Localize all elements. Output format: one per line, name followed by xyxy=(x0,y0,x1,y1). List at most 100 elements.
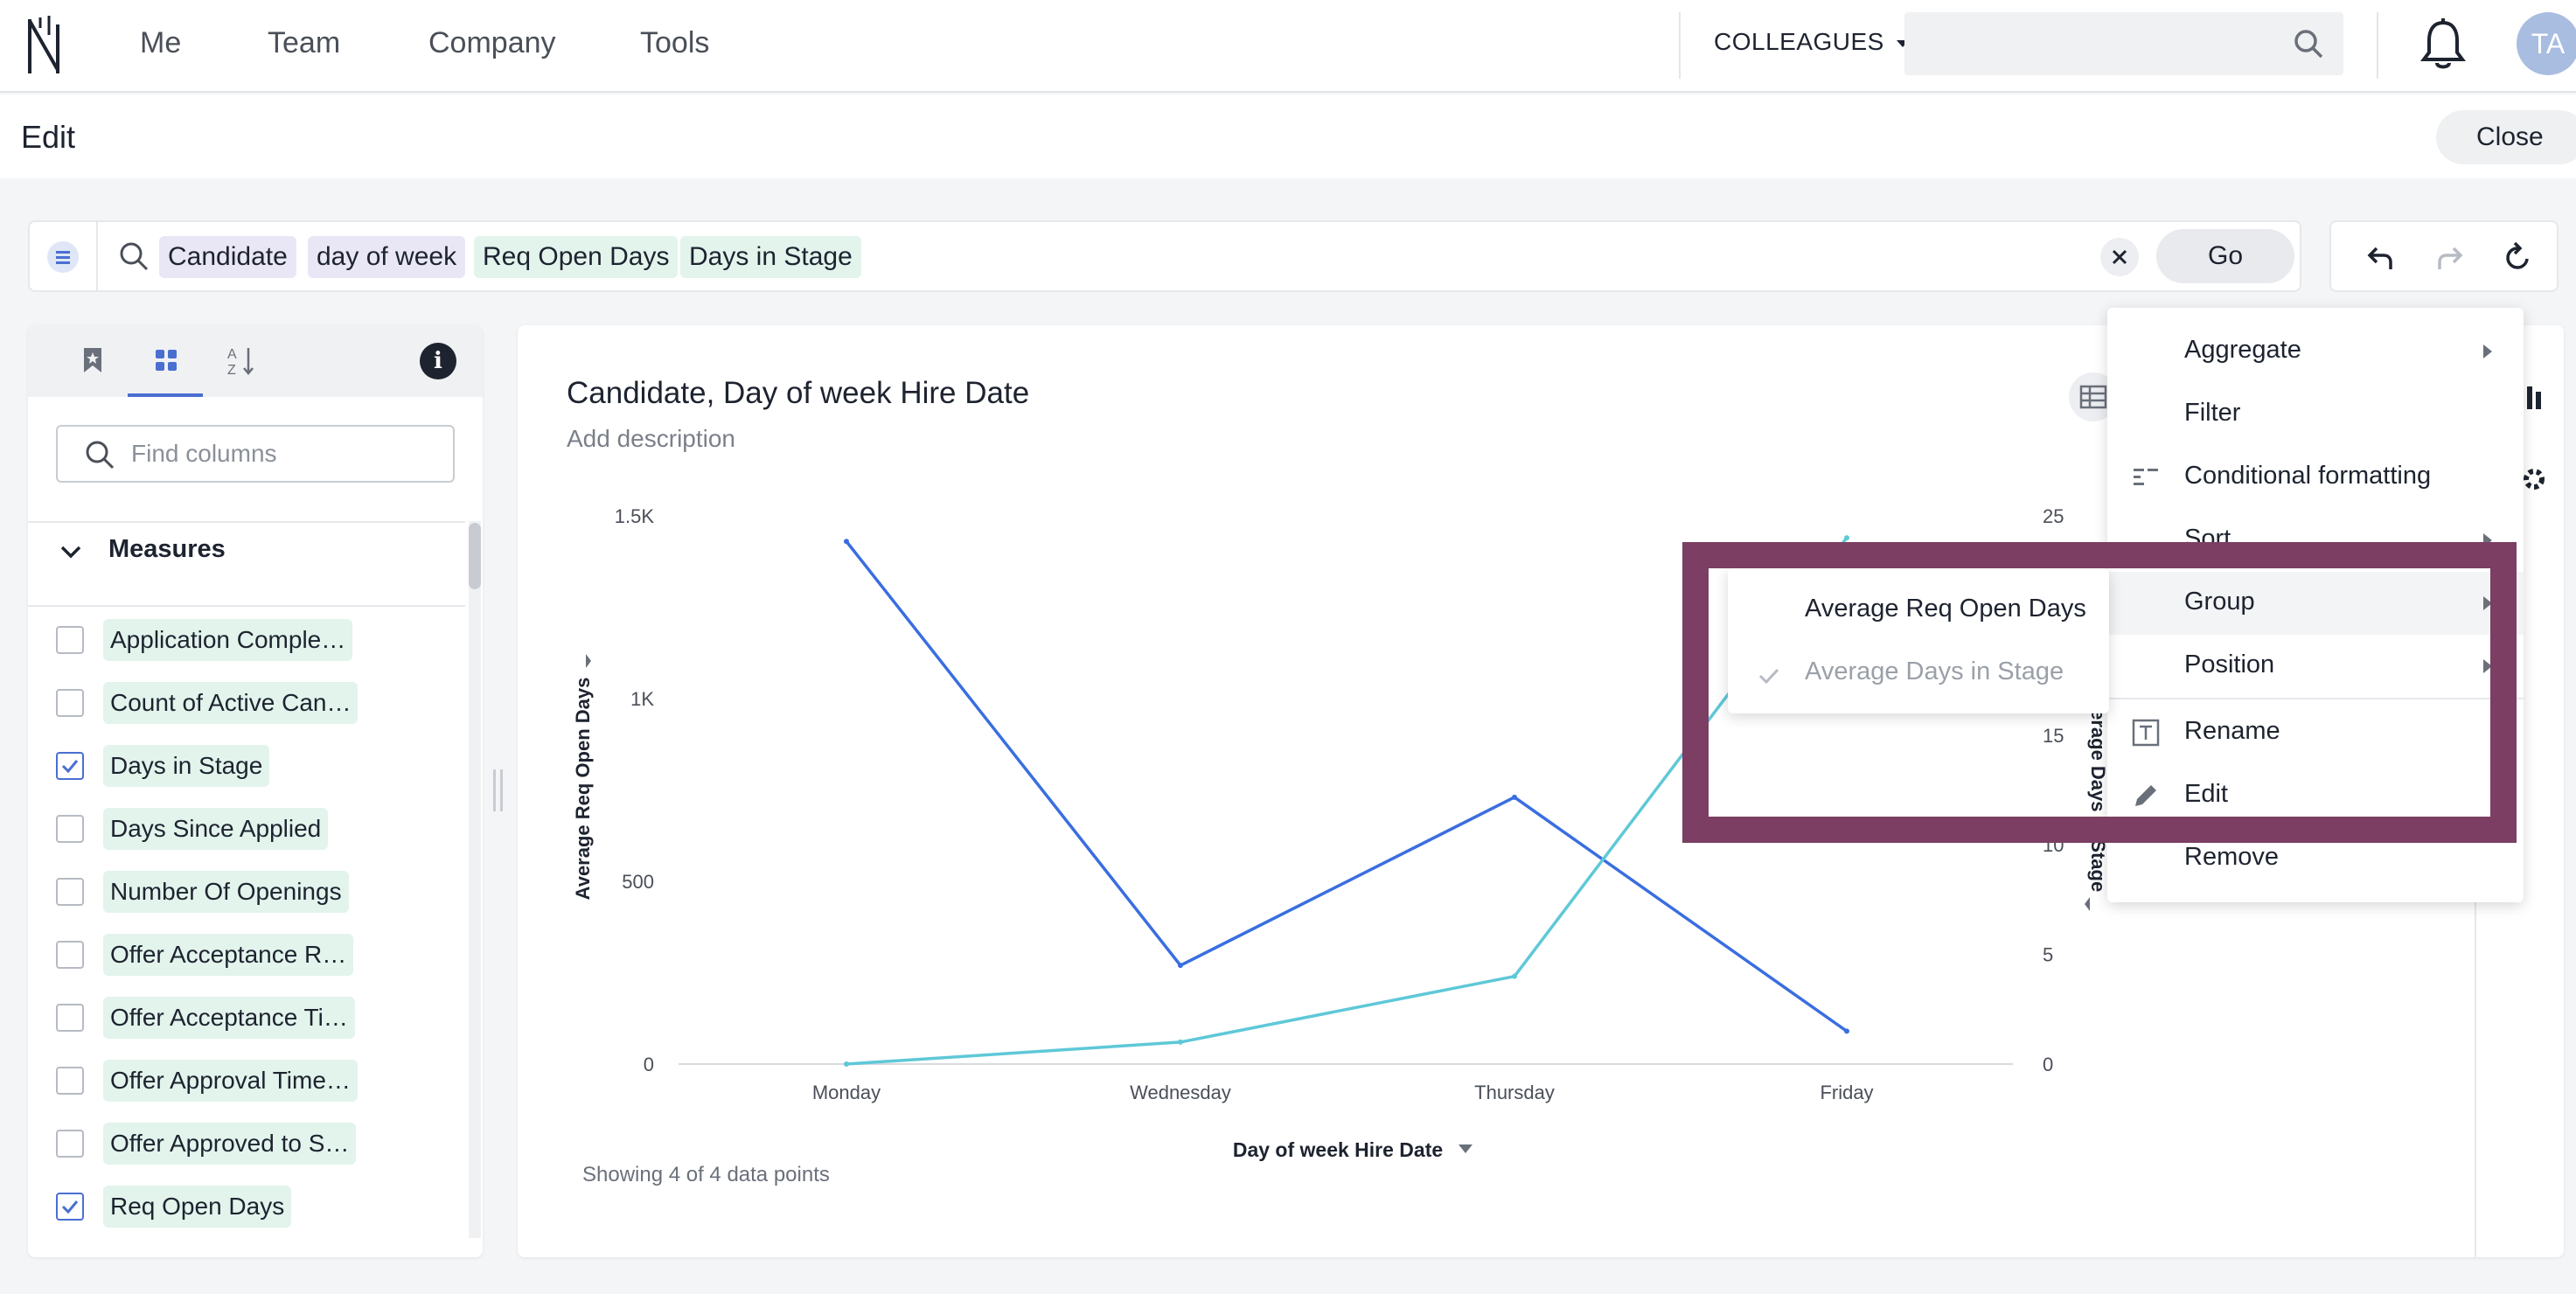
column-row[interactable]: Number Of Openings xyxy=(28,860,465,923)
column-row[interactable]: Req Open Days xyxy=(28,1175,465,1238)
column-checkbox[interactable] xyxy=(56,1004,84,1032)
nav-me[interactable]: Me xyxy=(140,26,181,60)
column-checkbox[interactable] xyxy=(56,1067,84,1095)
go-button[interactable]: Go xyxy=(2156,229,2294,283)
chevron-right-icon xyxy=(2483,344,2492,358)
column-row[interactable]: Application Comple… xyxy=(28,609,465,671)
column-checkbox[interactable] xyxy=(56,752,84,780)
column-row[interactable]: Offer Acceptance Ti… xyxy=(28,986,465,1049)
search-bar[interactable]: Candidate day of week Req Open Days Days… xyxy=(28,220,2301,292)
column-label[interactable]: Application Comple… xyxy=(103,619,353,661)
column-row[interactable]: Offer Acceptance R… xyxy=(28,923,465,986)
column-row[interactable]: Count of Active Can… xyxy=(28,671,465,734)
menu-icon[interactable] xyxy=(47,241,79,273)
column-checkbox[interactable] xyxy=(56,878,84,906)
menu-item-position[interactable]: Position xyxy=(2107,635,2524,698)
column-checkbox[interactable] xyxy=(56,815,84,843)
measures-section-header[interactable]: Measures xyxy=(28,523,465,577)
svg-text:A: A xyxy=(227,347,237,362)
column-checkbox[interactable] xyxy=(56,941,84,969)
active-tab-indicator xyxy=(128,393,203,397)
colleagues-dropdown[interactable]: COLLEAGUES xyxy=(1714,28,1911,56)
nav-company[interactable]: Company xyxy=(428,26,556,60)
nav-team[interactable]: Team xyxy=(268,26,340,60)
nav-divider xyxy=(1679,12,1681,79)
column-label[interactable]: Offer Acceptance R… xyxy=(103,934,354,976)
submenu-item-label: Average Req Open Days xyxy=(1805,595,2086,623)
column-checkbox[interactable] xyxy=(56,689,84,717)
menu-item-label: Remove xyxy=(2184,843,2279,871)
chart-description[interactable]: Add description xyxy=(567,425,735,453)
pencil-icon xyxy=(2135,785,2156,806)
column-checkbox[interactable] xyxy=(56,626,84,654)
data-points-status: Showing 4 of 4 data points xyxy=(582,1163,830,1186)
menu-item-aggregate[interactable]: Aggregate xyxy=(2107,320,2524,383)
sort-az-icon[interactable]: AZ xyxy=(222,343,257,378)
column-label[interactable]: Offer Approved to S… xyxy=(103,1123,357,1165)
axis-context-menu: Aggregate Filter Conditional formatting Sor… xyxy=(2107,308,2524,902)
column-label[interactable]: Days Since Applied xyxy=(103,808,329,850)
column-row[interactable]: Offer Approval Time… xyxy=(28,1049,465,1112)
close-button[interactable]: Close xyxy=(2436,110,2576,164)
menu-item-label: Filter xyxy=(2184,399,2241,427)
columns-panel: AZ i Measures Application Comple… Count o… xyxy=(28,325,483,1257)
column-row[interactable]: Offer Approved to S… xyxy=(28,1112,465,1175)
search-token[interactable]: Req Open Days xyxy=(474,236,679,278)
divider xyxy=(28,605,465,607)
info-icon[interactable]: i xyxy=(420,343,456,379)
global-search-input[interactable] xyxy=(1904,12,2343,75)
bell-icon[interactable] xyxy=(2420,17,2466,72)
menu-item-filter[interactable]: Filter xyxy=(2107,383,2524,446)
column-checkbox[interactable] xyxy=(56,1130,84,1158)
app-logo[interactable] xyxy=(24,12,63,79)
menu-item-label: Conditional formatting xyxy=(2184,462,2432,490)
column-label[interactable]: Req Open Days xyxy=(103,1186,292,1228)
edit-header: Edit Close xyxy=(0,94,2576,178)
column-label[interactable]: Days in Stage xyxy=(103,745,270,787)
submenu-item: Average Days in Stage xyxy=(1728,642,2109,705)
find-columns-field[interactable] xyxy=(56,425,455,483)
find-columns-input[interactable] xyxy=(131,435,437,472)
colleagues-label: COLLEAGUES xyxy=(1714,28,1884,55)
panel-resize-handle[interactable] xyxy=(493,769,505,811)
menu-item-label: Position xyxy=(2184,650,2275,678)
submenu-item-label: Average Days in Stage xyxy=(1805,657,2064,685)
menu-item-sort[interactable]: Sort xyxy=(2107,509,2524,572)
column-row[interactable]: Days Since Applied xyxy=(28,797,465,860)
scrollbar-track[interactable] xyxy=(469,521,481,1238)
chart-title[interactable]: Candidate, Day of week Hire Date xyxy=(567,376,1029,411)
grid-icon[interactable] xyxy=(149,343,184,378)
panel-tabs: AZ i xyxy=(28,325,483,397)
nav-tools[interactable]: Tools xyxy=(640,26,709,60)
column-label[interactable]: Count of Active Can… xyxy=(103,682,359,724)
checkmark-icon xyxy=(61,760,79,774)
menu-item-remove[interactable]: Remove xyxy=(2107,827,2524,890)
menu-item-conditional-formatting[interactable]: Conditional formatting xyxy=(2107,446,2524,509)
scrollbar-thumb[interactable] xyxy=(469,523,481,589)
search-token[interactable]: day of week xyxy=(308,236,466,278)
search-icon xyxy=(120,242,149,271)
chevron-right-icon xyxy=(2483,659,2492,673)
menu-item-edit[interactable]: Edit xyxy=(2107,764,2524,827)
user-avatar[interactable]: TA xyxy=(2517,12,2576,75)
menu-item-group[interactable]: Group xyxy=(2107,572,2524,635)
nav-divider xyxy=(2377,12,2378,79)
column-label[interactable]: Offer Acceptance Ti… xyxy=(103,997,355,1039)
column-row[interactable]: Days in Stage xyxy=(28,734,465,797)
redo-icon[interactable] xyxy=(2434,241,2466,273)
submenu-item[interactable]: Average Req Open Days xyxy=(1728,579,2109,642)
menu-item-label: Aggregate xyxy=(2184,336,2301,364)
rename-icon xyxy=(2132,719,2160,747)
search-icon[interactable] xyxy=(2293,28,2324,59)
bookmark-icon[interactable] xyxy=(75,343,110,378)
undo-icon[interactable] xyxy=(2364,241,2396,273)
reset-icon[interactable] xyxy=(2503,241,2534,273)
column-label[interactable]: Offer Approval Time… xyxy=(103,1060,358,1102)
column-checkbox[interactable] xyxy=(56,1193,84,1221)
clear-search-button[interactable] xyxy=(2100,238,2139,276)
search-token[interactable]: Candidate xyxy=(159,236,296,278)
column-label[interactable]: Number Of Openings xyxy=(103,871,349,913)
search-token[interactable]: Days in Stage xyxy=(680,236,861,278)
checkmark-icon xyxy=(61,1200,79,1214)
menu-item-rename[interactable]: Rename xyxy=(2107,701,2524,764)
